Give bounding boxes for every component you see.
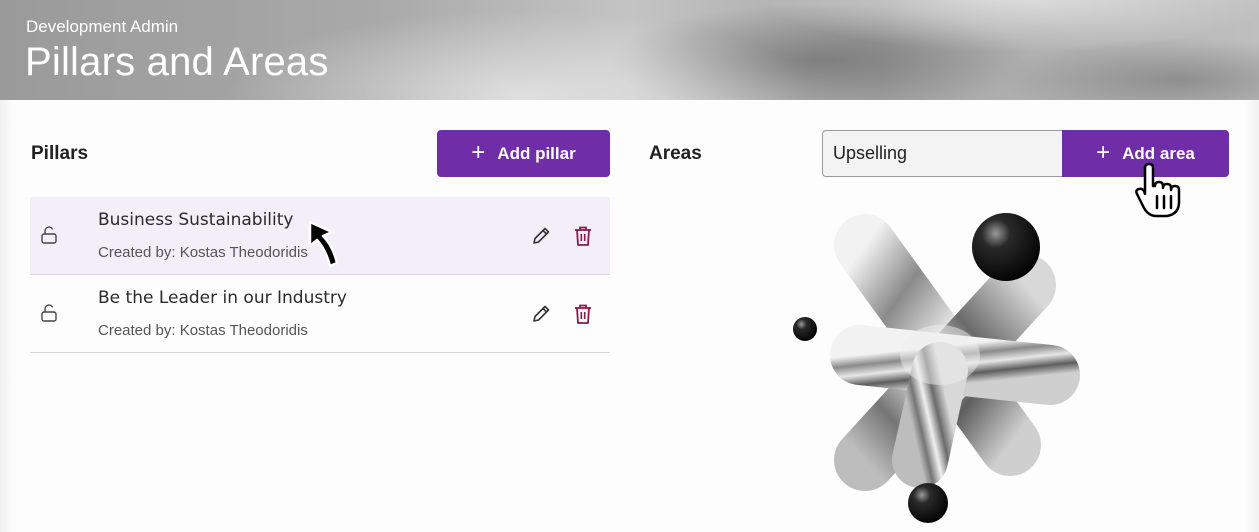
black-sphere bbox=[972, 213, 1040, 281]
black-sphere bbox=[793, 317, 817, 341]
pillar-name: Business Sustainability bbox=[98, 210, 294, 230]
area-name-input[interactable] bbox=[822, 130, 1062, 177]
left-shadow bbox=[0, 100, 14, 532]
plus-icon: + bbox=[1096, 138, 1111, 166]
trash-icon[interactable] bbox=[573, 303, 593, 325]
pillars-heading: Pillars bbox=[31, 143, 89, 164]
pillar-row[interactable]: Be the Leader in our Industry Created by… bbox=[30, 275, 610, 353]
page-title: Pillars and Areas bbox=[25, 40, 329, 84]
unlocked-padlock-icon[interactable] bbox=[40, 226, 58, 244]
add-pillar-button[interactable]: + Add pillar bbox=[437, 130, 610, 177]
black-sphere bbox=[908, 483, 948, 523]
page: Development Admin Pillars and Areas Pill… bbox=[0, 0, 1259, 532]
chrome-shape-illustration bbox=[793, 213, 1080, 523]
plus-icon: + bbox=[471, 138, 486, 166]
pillar-name: Be the Leader in our Industry bbox=[98, 288, 347, 308]
trash-icon[interactable] bbox=[573, 225, 593, 247]
add-area-label: Add area bbox=[1122, 143, 1195, 163]
hand-pointer-cursor-icon bbox=[1135, 162, 1181, 218]
pencil-icon[interactable] bbox=[530, 303, 552, 325]
app-subtitle: Development Admin bbox=[26, 17, 179, 36]
page-banner: Development Admin Pillars and Areas bbox=[0, 0, 1259, 100]
pillar-created-by: Created by: Kostas Theodoridis bbox=[98, 322, 308, 339]
arrow-cursor-icon bbox=[308, 220, 339, 268]
add-pillar-label: Add pillar bbox=[497, 143, 576, 163]
unlocked-padlock-icon[interactable] bbox=[40, 304, 58, 322]
pencil-icon[interactable] bbox=[530, 225, 552, 247]
right-shadow bbox=[1245, 100, 1259, 532]
areas-heading: Areas bbox=[649, 143, 702, 164]
pillar-created-by: Created by: Kostas Theodoridis bbox=[98, 244, 308, 261]
